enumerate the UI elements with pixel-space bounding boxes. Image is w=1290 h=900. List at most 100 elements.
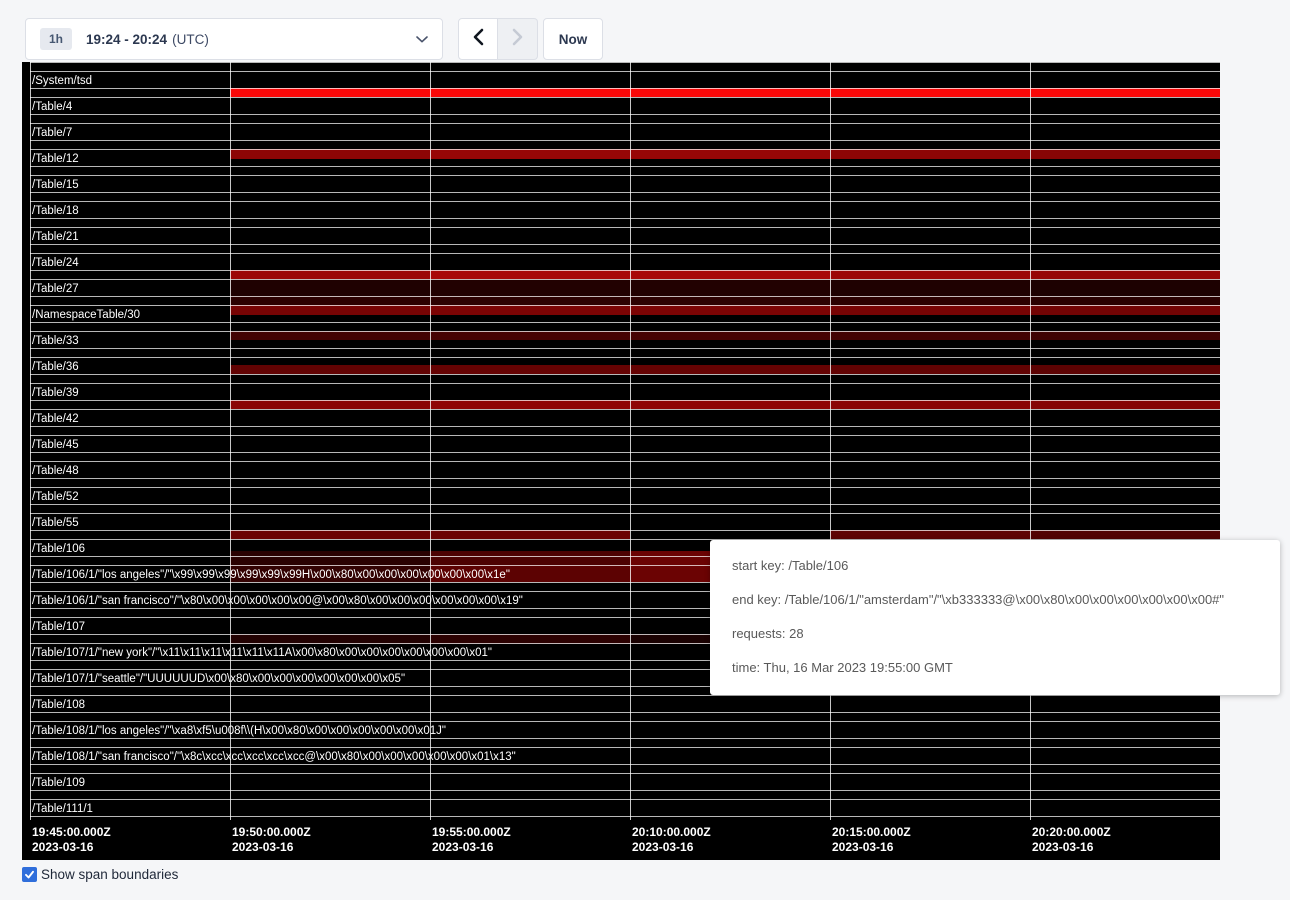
x-axis-tick-label: 20:15:00.000Z2023-03-16 bbox=[830, 825, 911, 855]
heatmap-row-label: /Table/36 bbox=[32, 361, 79, 374]
span-boundary-line bbox=[30, 62, 1220, 63]
span-boundary-line bbox=[30, 695, 1220, 696]
heatmap-row-label: /Table/7 bbox=[32, 127, 72, 140]
span-boundary-line bbox=[30, 504, 1220, 505]
show-span-boundaries-control[interactable]: Show span boundaries bbox=[22, 867, 178, 882]
span-boundary-line bbox=[30, 270, 1220, 271]
time-gridline bbox=[430, 62, 431, 820]
span-boundary-line bbox=[30, 88, 1220, 89]
key-visualizer-heatmap[interactable]: /System/tsd/Table/4/Table/7/Table/12/Tab… bbox=[22, 62, 1220, 860]
span-boundary-line bbox=[30, 374, 1220, 375]
heat-cell bbox=[430, 270, 630, 279]
heat-cell bbox=[230, 305, 430, 315]
heatmap-row-label: /Table/21 bbox=[32, 231, 79, 244]
heat-cell bbox=[430, 88, 630, 97]
heat-cell bbox=[430, 279, 630, 296]
heat-cell bbox=[630, 88, 830, 97]
heatmap-row-label: /Table/106/1/"los angeles"/"\x99\x99\x99… bbox=[32, 569, 510, 582]
span-boundary-line bbox=[30, 166, 1220, 167]
span-boundary-line bbox=[30, 97, 1220, 98]
heat-cell bbox=[1030, 296, 1220, 305]
heatmap-row-label: /Table/108 bbox=[32, 699, 85, 712]
heat-cell bbox=[830, 400, 1030, 409]
span-boundary-line bbox=[30, 816, 1220, 817]
heatmap-row-label: /Table/108/1/"los angeles"/"\xa8\xf5\u00… bbox=[32, 725, 446, 738]
heatmap-row-label: /System/tsd bbox=[32, 75, 92, 88]
span-boundary-line bbox=[30, 348, 1220, 349]
chevron-down-icon bbox=[416, 36, 428, 43]
heat-cell bbox=[830, 270, 1030, 279]
heatmap-row-label: /Table/55 bbox=[32, 517, 79, 530]
heat-cell bbox=[230, 296, 430, 305]
heat-cell bbox=[630, 149, 830, 159]
span-boundary-line bbox=[30, 279, 1220, 280]
span-boundary-line bbox=[30, 452, 1220, 453]
time-range-selector[interactable]: 1h 19:24 - 20:24 (UTC) bbox=[25, 18, 443, 60]
span-boundary-line bbox=[30, 114, 1220, 115]
tooltip-start-key: start key: /Table/106 bbox=[732, 556, 1258, 575]
heat-cell bbox=[230, 400, 430, 409]
span-boundary-line bbox=[30, 140, 1220, 141]
heat-cell bbox=[230, 551, 430, 565]
heat-cell bbox=[630, 400, 830, 409]
heatmap-row-label: /Table/45 bbox=[32, 439, 79, 452]
heatmap-row-label: /Table/106/1/"san francisco"/"\x80\x00\x… bbox=[32, 595, 523, 608]
x-axis-tick-label: 19:45:00.000Z2023-03-16 bbox=[30, 825, 111, 855]
heat-cell bbox=[230, 530, 430, 539]
time-gridline bbox=[230, 62, 231, 820]
span-boundary-line bbox=[30, 764, 1220, 765]
span-boundary-line bbox=[30, 201, 1220, 202]
heat-cell bbox=[1030, 305, 1220, 315]
heat-cell bbox=[430, 400, 630, 409]
show-span-boundaries-checkbox[interactable] bbox=[22, 867, 37, 882]
heatmap-row-label: /NamespaceTable/30 bbox=[32, 309, 140, 322]
heat-cell bbox=[1030, 365, 1220, 374]
span-boundary-line bbox=[30, 331, 1220, 332]
time-window-badge: 1h bbox=[40, 28, 72, 50]
x-axis-tick-label: 20:20:00.000Z2023-03-16 bbox=[1030, 825, 1111, 855]
tooltip-time: time: Thu, 16 Mar 2023 19:55:00 GMT bbox=[732, 658, 1258, 677]
heat-cell bbox=[230, 270, 430, 279]
chevron-left-icon bbox=[473, 28, 484, 51]
span-boundary-line bbox=[30, 487, 1220, 488]
x-axis-tick-label: 20:10:00.000Z2023-03-16 bbox=[630, 825, 711, 855]
heat-cell bbox=[1030, 88, 1220, 97]
heat-cell bbox=[230, 365, 430, 374]
heat-cell bbox=[630, 296, 830, 305]
span-boundary-line bbox=[30, 712, 1220, 713]
span-boundary-line bbox=[30, 244, 1220, 245]
heat-cell bbox=[430, 296, 630, 305]
heat-cell bbox=[430, 530, 630, 539]
heat-cell bbox=[230, 88, 430, 97]
span-boundary-line bbox=[30, 357, 1220, 358]
span-boundary-line bbox=[30, 123, 1220, 124]
tooltip-requests: requests: 28 bbox=[732, 624, 1258, 643]
span-boundary-line bbox=[30, 721, 1220, 722]
heat-cell bbox=[630, 331, 830, 340]
time-gridline bbox=[830, 62, 831, 820]
heatmap-row-label: /Table/12 bbox=[32, 153, 79, 166]
span-boundary-line bbox=[30, 218, 1220, 219]
heatmap-row-label: /Table/42 bbox=[32, 413, 79, 426]
heatmap-row-label: /Table/4 bbox=[32, 101, 72, 114]
time-nav-group bbox=[458, 18, 538, 60]
span-boundary-line bbox=[30, 747, 1220, 748]
heat-cell bbox=[230, 331, 430, 340]
check-icon bbox=[24, 869, 35, 880]
next-time-button[interactable] bbox=[498, 18, 538, 60]
heat-cell bbox=[1030, 149, 1220, 159]
heatmap-row-label: /Table/108/1/"san francisco"/"\x8c\xcc\x… bbox=[32, 751, 516, 764]
span-boundary-line bbox=[30, 426, 1220, 427]
heatmap-row-label: /Table/106 bbox=[32, 543, 85, 556]
heatmap-row-label: /Table/24 bbox=[32, 257, 79, 270]
previous-time-button[interactable] bbox=[458, 18, 498, 60]
heat-cell bbox=[830, 365, 1030, 374]
span-boundary-line bbox=[30, 253, 1220, 254]
heat-cell bbox=[830, 88, 1030, 97]
heatmap-row-label: /Table/48 bbox=[32, 465, 79, 478]
now-button[interactable]: Now bbox=[543, 18, 603, 60]
span-boundary-line bbox=[30, 435, 1220, 436]
heatmap-row-label: /Table/15 bbox=[32, 179, 79, 192]
heatmap-row-label: /Table/39 bbox=[32, 387, 79, 400]
heatmap-row-label: /Table/107/1/"new york"/"\x11\x11\x11\x1… bbox=[32, 647, 492, 660]
